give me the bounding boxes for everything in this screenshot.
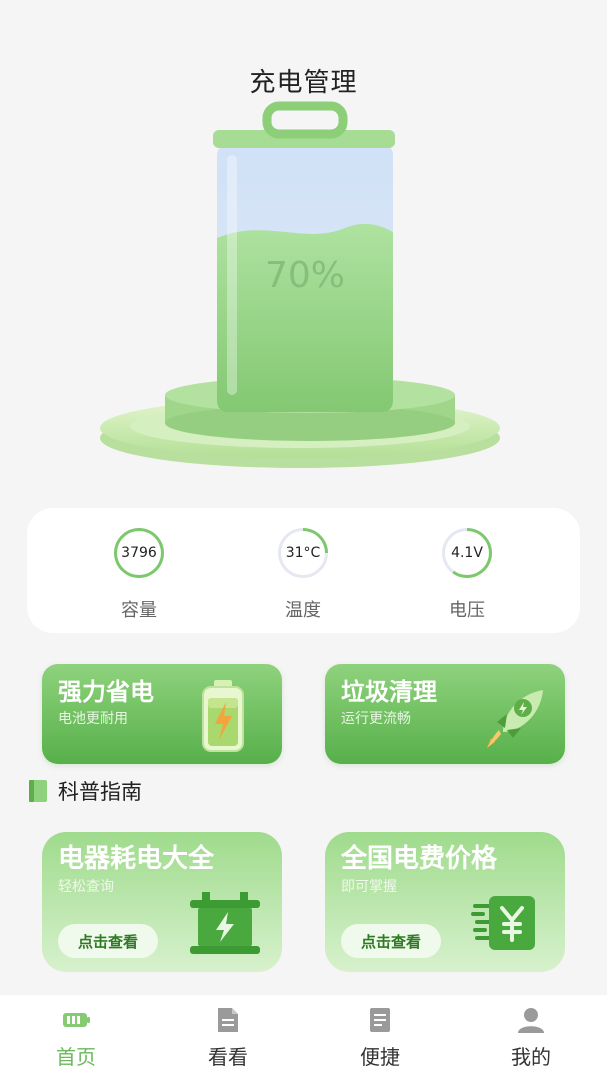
- junk-cleanup-card[interactable]: 垃圾清理 运行更流畅: [325, 664, 565, 764]
- stat-capacity: 3796 容量: [79, 528, 199, 622]
- power-saving-card[interactable]: 强力省电 电池更耐用: [42, 664, 282, 764]
- battery-charging-icon: [202, 680, 244, 752]
- tab-mine-label: 我的: [511, 1045, 551, 1069]
- stat-voltage: 4.1V 电压: [407, 528, 527, 622]
- tab-home[interactable]: 首页: [26, 1005, 126, 1070]
- list-icon: [370, 1008, 390, 1032]
- voltage-ring: 4.1V: [442, 528, 492, 578]
- appliance-power-title: 电器耗电大全: [58, 844, 215, 874]
- power-appliance-icon: [190, 892, 260, 954]
- stat-temperature: 31°C 温度: [243, 528, 363, 622]
- rocket-icon: [487, 690, 543, 748]
- tab-home-label: 首页: [56, 1045, 96, 1069]
- battery-illustration: 70%: [95, 100, 515, 480]
- yuan-price-icon: [471, 896, 535, 950]
- electricity-price-subtitle: 即可掌握: [341, 879, 397, 895]
- voltage-value: 4.1V: [445, 531, 489, 575]
- temperature-label: 温度: [285, 600, 321, 621]
- bottom-tab-bar: 首页 看看 便捷 我的: [0, 995, 607, 1080]
- junk-cleanup-subtitle: 运行更流畅: [341, 711, 411, 727]
- user-icon: [518, 1008, 544, 1033]
- electricity-price-view-button[interactable]: 点击查看: [341, 924, 441, 958]
- battery-stats-panel: 3796 容量 31°C 温度 4.1V 电压: [27, 508, 580, 633]
- electricity-price-title: 全国电费价格: [341, 844, 498, 874]
- tab-convenient-label: 便捷: [360, 1045, 400, 1069]
- appliance-power-subtitle: 轻松查询: [58, 879, 114, 895]
- capacity-label: 容量: [121, 600, 157, 621]
- power-saving-title: 强力省电: [58, 678, 154, 706]
- tab-convenient[interactable]: 便捷: [330, 1005, 430, 1070]
- capacity-value: 3796: [117, 531, 161, 575]
- power-saving-subtitle: 电池更耐用: [58, 711, 128, 727]
- book-icon: [29, 780, 47, 802]
- section-title: 科普指南: [58, 780, 142, 804]
- tab-look-label: 看看: [208, 1045, 248, 1069]
- tab-look[interactable]: 看看: [178, 1005, 278, 1070]
- capacity-ring: 3796: [114, 528, 164, 578]
- battery-icon: [63, 1013, 90, 1027]
- temperature-ring: 31°C: [278, 528, 328, 578]
- electricity-price-card[interactable]: 全国电费价格 即可掌握 点击查看: [325, 832, 565, 972]
- document-icon: [218, 1008, 238, 1032]
- voltage-label: 电压: [449, 600, 485, 621]
- science-guide-section: 科普指南: [28, 776, 142, 806]
- temperature-value: 31°C: [281, 531, 325, 575]
- tab-mine[interactable]: 我的: [481, 1005, 581, 1070]
- appliance-power-card[interactable]: 电器耗电大全 轻松查询 点击查看: [42, 832, 282, 972]
- battery-percent: 70%: [264, 255, 345, 296]
- page-title: 充电管理: [249, 68, 358, 98]
- appliance-power-view-button[interactable]: 点击查看: [58, 924, 158, 958]
- junk-cleanup-title: 垃圾清理: [341, 678, 437, 706]
